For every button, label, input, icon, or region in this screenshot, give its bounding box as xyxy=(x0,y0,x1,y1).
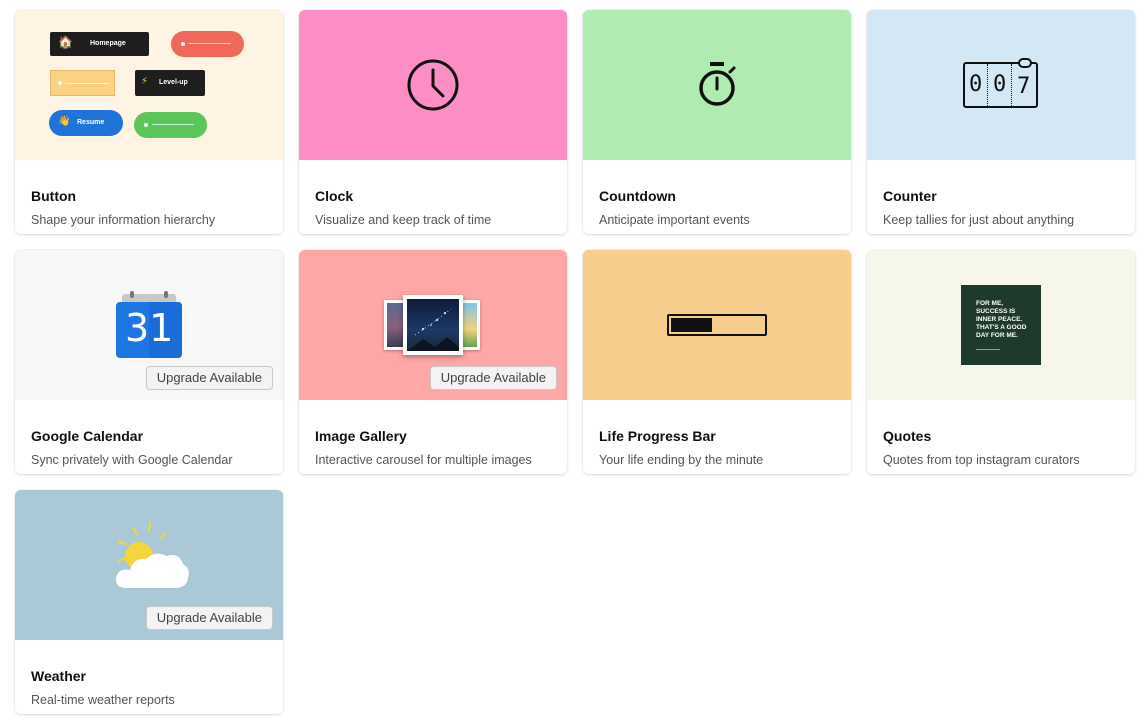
widget-description: Shape your information hierarchy xyxy=(31,213,216,227)
hand-icon: 👋 xyxy=(58,116,71,127)
widget-card-countdown[interactable]: Countdown Anticipate important events xyxy=(583,10,851,234)
progress-bar xyxy=(667,314,767,336)
widget-title: Google Calendar xyxy=(31,428,144,444)
weather-thumbnail: Upgrade Available xyxy=(15,490,283,640)
counter-display: 0 0 7 xyxy=(963,58,1038,108)
widget-card-clock[interactable]: Clock Visualize and keep track of time xyxy=(299,10,567,234)
quotes-thumbnail: FOR ME, SUCCESS IS INNER PEACE. THAT'S A… xyxy=(867,250,1135,400)
widget-title: Image Gallery xyxy=(315,428,407,444)
clock-icon xyxy=(407,59,459,111)
widget-title: Weather xyxy=(31,668,86,684)
sample-resume-button: 👋 Resume xyxy=(49,110,123,136)
widget-card-counter[interactable]: 0 0 7 Counter Keep tallies for just abou… xyxy=(867,10,1135,234)
countdown-thumbnail xyxy=(583,10,851,160)
widget-title: Button xyxy=(31,188,77,204)
digit-divider xyxy=(1011,64,1012,106)
widget-title: Quotes xyxy=(883,428,932,444)
life-progress-bar-thumbnail xyxy=(583,250,851,400)
clock-thumbnail xyxy=(299,10,567,160)
widget-card-google-calendar[interactable]: 31 Upgrade Available Google Calendar Syn… xyxy=(15,250,283,474)
digit-divider xyxy=(987,64,988,106)
house-icon: 🏠 xyxy=(58,35,73,49)
upgrade-available-button[interactable]: Upgrade Available xyxy=(429,366,557,390)
flip-tab-icon xyxy=(1018,58,1032,68)
widget-description: Anticipate important events xyxy=(599,213,750,227)
quote-text: FOR ME, SUCCESS IS INNER PEACE. THAT'S A… xyxy=(976,300,1027,339)
widget-description: Keep tallies for just about anything xyxy=(883,213,1075,227)
starry-sky-image xyxy=(407,308,459,351)
sample-homepage-button: 🏠 Homepage xyxy=(50,32,149,56)
widget-card-life-progress-bar[interactable]: Life Progress Bar Your life ending by th… xyxy=(583,250,851,474)
widget-description: Real-time weather reports xyxy=(31,693,175,707)
counter-digit: 0 xyxy=(969,72,983,97)
calendar-day-number: 31 xyxy=(125,306,174,350)
upgrade-available-button[interactable]: Upgrade Available xyxy=(145,606,273,630)
quote-card: FOR ME, SUCCESS IS INNER PEACE. THAT'S A… xyxy=(961,285,1041,365)
widget-title: Clock xyxy=(315,188,354,204)
widget-title: Counter xyxy=(883,188,937,204)
upgrade-available-button[interactable]: Upgrade Available xyxy=(145,366,273,390)
google-calendar-thumbnail: 31 Upgrade Available xyxy=(15,250,283,400)
widget-card-image-gallery[interactable]: Upgrade Available Image Gallery Interact… xyxy=(299,250,567,474)
button-thumbnail: 🏠 Homepage ⚡ Level-up 👋 Resume xyxy=(15,10,283,160)
sample-red-pill-button xyxy=(171,31,244,57)
widget-gallery: 🏠 Homepage ⚡ Level-up 👋 Resume Button Sh… xyxy=(0,0,1148,723)
gallery-photo-center xyxy=(403,295,463,355)
widget-description: Your life ending by the minute xyxy=(599,453,764,467)
counter-digit: 7 xyxy=(1017,74,1031,99)
widget-card-quotes[interactable]: FOR ME, SUCCESS IS INNER PEACE. THAT'S A… xyxy=(867,250,1135,474)
widget-title: Life Progress Bar xyxy=(599,428,716,444)
stopwatch-icon xyxy=(699,62,736,106)
widget-description: Visualize and keep track of time xyxy=(315,213,492,227)
sample-yellow-button xyxy=(50,70,115,96)
widget-card-button[interactable]: 🏠 Homepage ⚡ Level-up 👋 Resume Button Sh… xyxy=(15,10,283,234)
sample-green-pill-button xyxy=(134,112,207,138)
sample-levelup-button: ⚡ Level-up xyxy=(135,70,205,96)
widget-card-weather[interactable]: Upgrade Available Weather Real-time weat… xyxy=(15,490,283,714)
widget-description: Interactive carousel for multiple images xyxy=(315,453,532,467)
widget-title: Countdown xyxy=(599,188,676,204)
counter-thumbnail: 0 0 7 xyxy=(867,10,1135,160)
lightning-icon: ⚡ xyxy=(141,76,149,87)
widget-description: Quotes from top instagram curators xyxy=(883,453,1080,467)
calendar-icon: 31 xyxy=(116,291,182,358)
resume-label: Resume xyxy=(77,119,105,126)
image-gallery-thumbnail: Upgrade Available xyxy=(299,250,567,400)
levelup-label: Level-up xyxy=(159,79,188,86)
widget-description: Sync privately with Google Calendar xyxy=(31,453,233,467)
counter-digit: 0 xyxy=(993,72,1007,97)
homepage-label: Homepage xyxy=(90,40,126,47)
progress-bar-fill xyxy=(671,318,712,332)
